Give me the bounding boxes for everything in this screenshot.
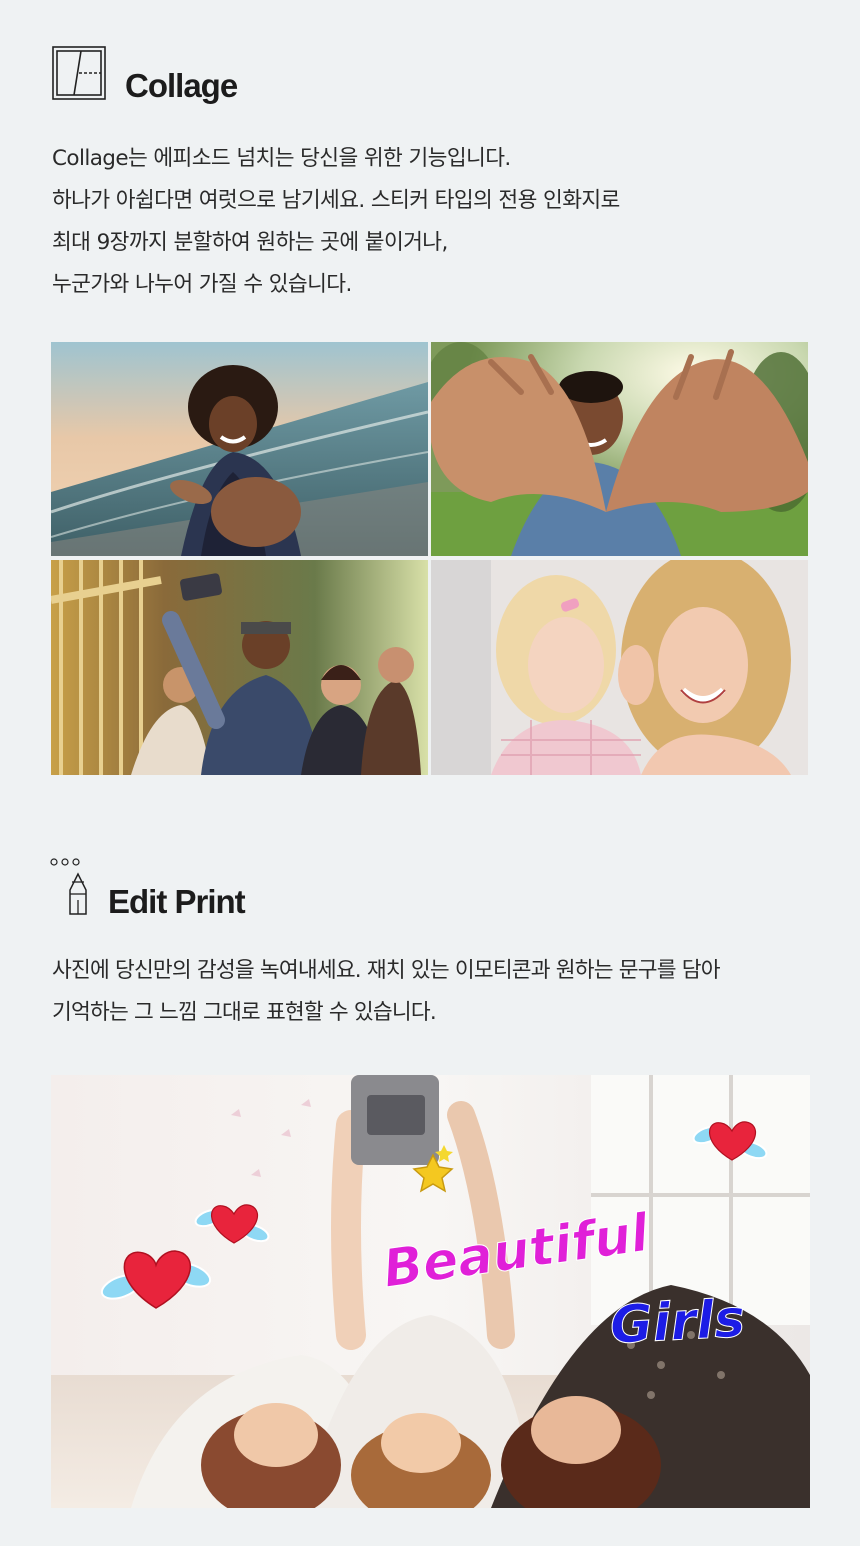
collage-description: Collage는 에피소드 넘치는 당신을 위한 기능입니다. 하나가 아쉽다면… — [52, 138, 620, 306]
mother-daughter-photo — [431, 560, 808, 775]
man-heart-hands-photo — [431, 342, 808, 556]
collage-layout-icon — [52, 46, 106, 100]
collage-description-line: 하나가 아쉽다면 여럿으로 남기세요. 스티커 타입의 전용 인화지로 — [52, 188, 620, 213]
collage-description-line: Collage는 에피소드 넘치는 당신을 위한 기능입니다. — [52, 146, 511, 171]
group-selfie-photo — [51, 560, 428, 775]
pen-tool-icon — [50, 858, 87, 915]
collage-photo-grid — [51, 342, 808, 775]
edit-print-description: 사진에 당신만의 감성을 녹여내세요. 재치 있는 이모티콘과 원하는 문구를 … — [52, 950, 721, 1034]
sticker-text-girls: Girls — [609, 1289, 747, 1356]
collage-description-line: 최대 9장까지 분할하여 원하는 곳에 붙이거나, — [52, 230, 448, 255]
edit-print-description-line: 사진에 당신만의 감성을 녹여내세요. 재치 있는 이모티콘과 원하는 문구를 … — [52, 958, 721, 983]
collage-title: Collage — [125, 67, 238, 104]
beach-woman-photo — [51, 342, 428, 556]
girls-selfie-photo: Beautiful Girls — [51, 1075, 810, 1508]
edit-print-title: Edit Print — [108, 883, 246, 920]
collage-description-line: 누군가와 나누어 가질 수 있습니다. — [52, 272, 352, 297]
edit-print-description-line: 기억하는 그 느낌 그대로 표현할 수 있습니다. — [52, 1000, 437, 1025]
